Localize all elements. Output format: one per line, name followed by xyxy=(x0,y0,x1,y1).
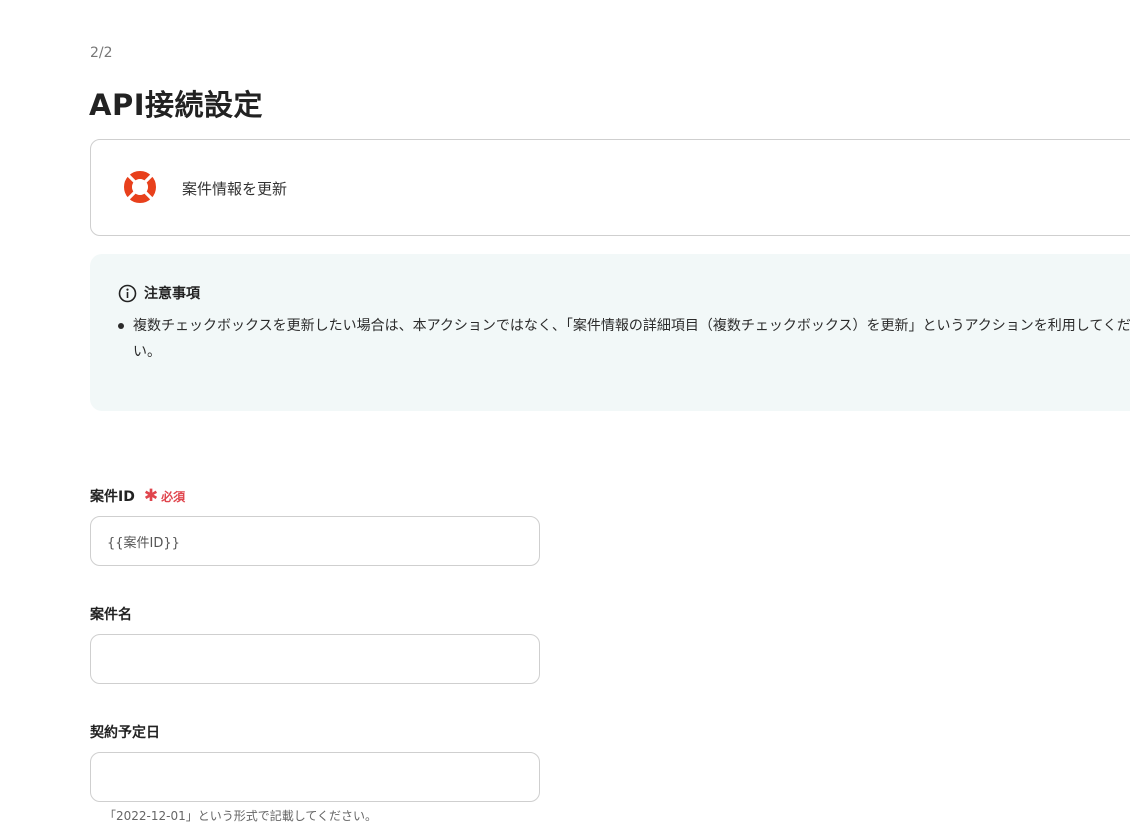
deal-name-label-text: 案件名 xyxy=(90,607,132,623)
notice-title: 注意事項 xyxy=(144,286,200,302)
step-indicator: 2/2 xyxy=(90,45,113,61)
contract-date-hint: 「2022-12-01」という形式で記載してください。 xyxy=(104,809,378,823)
api-connection-settings-page: 2/2 API接続設定 案件情報を更新 注意事項 複数チェックボックスを更新した… xyxy=(0,0,1130,830)
deal-id-label-text: 案件ID xyxy=(90,489,135,505)
app-action-card: 案件情報を更新 xyxy=(90,139,1130,236)
required-asterisk-icon: ✱ xyxy=(143,485,159,506)
bullet-icon xyxy=(118,323,124,329)
required-badge: 必須 xyxy=(161,489,186,504)
page-title: API接続設定 xyxy=(89,88,263,122)
deal-name-input[interactable] xyxy=(90,634,540,684)
notice-box: 注意事項 複数チェックボックスを更新したい場合は、本アクションではなく、「案件情… xyxy=(90,254,1130,411)
deal-name-label: 案件名 xyxy=(90,604,132,624)
notice-item-text: 複数チェックボックスを更新したい場合は、本アクションではなく、「案件情報の詳細項… xyxy=(133,318,1130,360)
deal-id-label: 案件ID ✱ 必須 xyxy=(90,486,185,506)
deal-id-input[interactable] xyxy=(90,516,540,566)
app-action-name: 案件情報を更新 xyxy=(182,180,288,198)
contract-date-input[interactable] xyxy=(90,752,540,802)
notice-list: 複数チェックボックスを更新したい場合は、本アクションではなく、「案件情報の詳細項… xyxy=(118,313,1130,365)
contract-date-label-text: 契約予定日 xyxy=(90,725,160,741)
notice-header: 注意事項 xyxy=(118,283,200,303)
lifebuoy-logo-icon xyxy=(123,170,157,204)
info-circle-icon xyxy=(118,284,137,303)
contract-date-label: 契約予定日 xyxy=(90,722,160,742)
notice-item: 複数チェックボックスを更新したい場合は、本アクションではなく、「案件情報の詳細項… xyxy=(118,313,1130,365)
